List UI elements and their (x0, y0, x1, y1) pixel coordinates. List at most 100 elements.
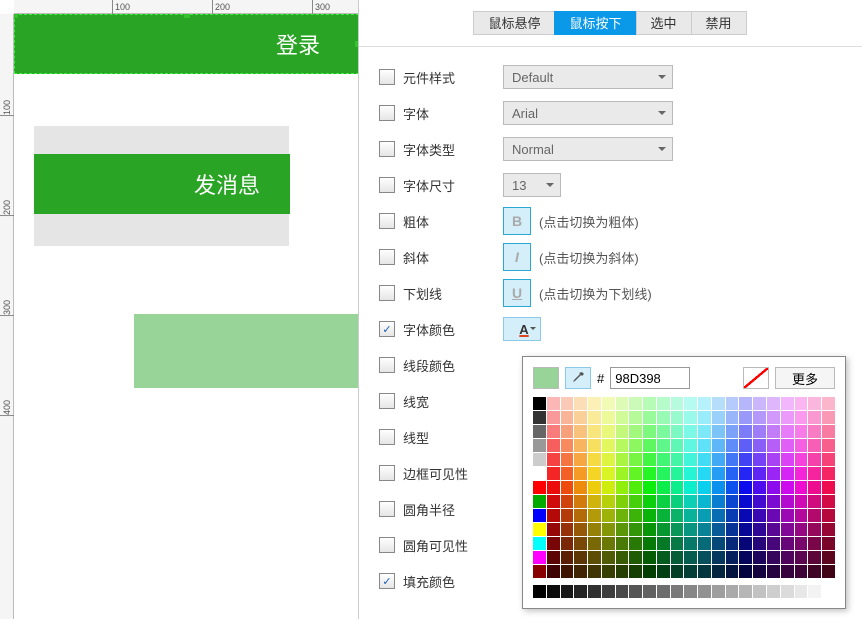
color-cell[interactable] (753, 495, 766, 508)
color-cell[interactable] (602, 411, 615, 424)
color-cell[interactable] (698, 495, 711, 508)
color-cell[interactable] (561, 425, 574, 438)
color-cell[interactable] (574, 565, 587, 578)
checkbox[interactable] (379, 141, 395, 157)
resize-handle[interactable] (355, 41, 358, 47)
font-size-dropdown[interactable]: 13 (503, 173, 561, 197)
color-cell[interactable] (795, 537, 808, 550)
color-cell[interactable] (657, 467, 670, 480)
font-type-dropdown[interactable]: Normal (503, 137, 673, 161)
color-cell[interactable] (671, 537, 684, 550)
color-cell[interactable] (657, 439, 670, 452)
color-cell[interactable] (616, 439, 629, 452)
color-cell[interactable] (753, 551, 766, 564)
color-cell[interactable] (739, 411, 752, 424)
color-cell[interactable] (671, 467, 684, 480)
color-cell[interactable] (671, 453, 684, 466)
color-cell[interactable] (684, 551, 697, 564)
color-cell[interactable] (643, 523, 656, 536)
font-dropdown[interactable]: Arial (503, 101, 673, 125)
color-cell[interactable] (726, 551, 739, 564)
color-cell[interactable] (547, 481, 560, 494)
color-cell[interactable] (753, 425, 766, 438)
font-color-button[interactable]: A (503, 317, 541, 341)
color-cell[interactable] (767, 537, 780, 550)
color-cell[interactable] (795, 481, 808, 494)
color-cell[interactable] (753, 537, 766, 550)
color-cell[interactable] (726, 495, 739, 508)
color-cell[interactable] (561, 481, 574, 494)
color-cell[interactable] (602, 585, 615, 598)
color-cell[interactable] (753, 523, 766, 536)
color-cell[interactable] (547, 509, 560, 522)
color-cell[interactable] (533, 397, 546, 410)
color-cell[interactable] (588, 481, 601, 494)
color-cell[interactable] (795, 509, 808, 522)
checkbox[interactable] (379, 393, 395, 409)
color-cell[interactable] (698, 585, 711, 598)
color-cell[interactable] (781, 481, 794, 494)
color-cell[interactable] (533, 481, 546, 494)
color-cell[interactable] (547, 425, 560, 438)
color-cell[interactable] (726, 537, 739, 550)
color-cell[interactable] (767, 523, 780, 536)
color-cell[interactable] (822, 495, 835, 508)
color-cell[interactable] (616, 453, 629, 466)
color-cell[interactable] (712, 495, 725, 508)
color-cell[interactable] (588, 509, 601, 522)
color-cell[interactable] (808, 509, 821, 522)
color-cell[interactable] (753, 467, 766, 480)
color-cell[interactable] (698, 509, 711, 522)
color-cell[interactable] (726, 453, 739, 466)
color-cell[interactable] (781, 467, 794, 480)
color-cell[interactable] (629, 537, 642, 550)
color-cell[interactable] (808, 495, 821, 508)
color-cell[interactable] (698, 481, 711, 494)
color-cell[interactable] (712, 467, 725, 480)
color-cell[interactable] (671, 551, 684, 564)
color-cell[interactable] (795, 453, 808, 466)
color-cell[interactable] (767, 397, 780, 410)
color-cell[interactable] (574, 397, 587, 410)
color-cell[interactable] (561, 397, 574, 410)
color-cell[interactable] (629, 425, 642, 438)
color-cell[interactable] (698, 467, 711, 480)
color-cell[interactable] (726, 585, 739, 598)
color-cell[interactable] (547, 397, 560, 410)
color-cell[interactable] (629, 481, 642, 494)
color-cell[interactable] (547, 523, 560, 536)
color-cell[interactable] (657, 495, 670, 508)
color-cell[interactable] (795, 467, 808, 480)
color-cell[interactable] (643, 425, 656, 438)
checkbox[interactable]: ✓ (379, 573, 395, 589)
color-cell[interactable] (767, 411, 780, 424)
color-cell[interactable] (712, 551, 725, 564)
resize-handle[interactable] (184, 14, 190, 18)
color-cell[interactable] (547, 585, 560, 598)
color-cell[interactable] (629, 509, 642, 522)
color-cell[interactable] (698, 565, 711, 578)
color-cell[interactable] (767, 425, 780, 438)
color-cell[interactable] (739, 585, 752, 598)
color-cell[interactable] (643, 565, 656, 578)
color-cell[interactable] (643, 537, 656, 550)
color-cell[interactable] (822, 537, 835, 550)
color-cell[interactable] (795, 411, 808, 424)
color-cell[interactable] (533, 467, 546, 480)
more-colors-button[interactable]: 更多 (775, 367, 835, 389)
color-cell[interactable] (588, 551, 601, 564)
color-cell[interactable] (698, 425, 711, 438)
color-cell[interactable] (684, 397, 697, 410)
color-cell[interactable] (712, 425, 725, 438)
color-cell[interactable] (753, 411, 766, 424)
color-cell[interactable] (574, 439, 587, 452)
color-cell[interactable] (781, 509, 794, 522)
color-cell[interactable] (767, 439, 780, 452)
color-cell[interactable] (726, 467, 739, 480)
color-cell[interactable] (574, 495, 587, 508)
color-cell[interactable] (561, 439, 574, 452)
color-cell[interactable] (781, 523, 794, 536)
color-cell[interactable] (795, 495, 808, 508)
color-cell[interactable] (753, 565, 766, 578)
color-cell[interactable] (629, 397, 642, 410)
